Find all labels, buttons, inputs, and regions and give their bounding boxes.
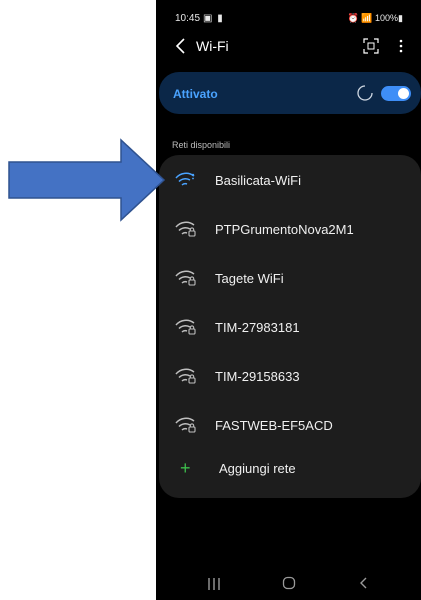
add-network-label: Aggiungi rete [219, 461, 296, 476]
wifi-switch[interactable] [381, 86, 411, 101]
recent-apps-icon[interactable] [206, 577, 222, 591]
notification-icons: ▣ ▮ [203, 13, 224, 24]
network-name: PTPGrumentoNova2M1 [215, 222, 354, 237]
right-arrow-icon [8, 138, 166, 222]
plus-icon: + [180, 458, 191, 478]
section-label-available-networks: Reti disponibili [172, 140, 231, 150]
wifi-status-label: Attivato [173, 87, 218, 101]
back-arrow-icon[interactable] [172, 36, 190, 56]
scanning-spinner-icon [357, 85, 373, 101]
network-row[interactable]: PTPGrumentoNova2M1 [159, 205, 421, 254]
qr-scan-icon[interactable] [363, 38, 379, 54]
status-time: 10:45 [175, 13, 201, 24]
switch-knob [398, 88, 409, 99]
wifi-signal-icon [175, 270, 196, 286]
network-name: FASTWEB-EF5ACD [215, 418, 333, 433]
page-title: Wi-Fi [196, 38, 229, 54]
network-name: TIM-27983181 [215, 320, 300, 335]
wifi-signal-icon [175, 368, 196, 384]
navigation-bar [156, 568, 421, 600]
networks-list: Basilicata-WiFi PTPGrumentoNova2M1 Tagete … [159, 155, 421, 498]
network-name: Tagete WiFi [215, 271, 284, 286]
more-options-icon[interactable] [396, 38, 406, 54]
wifi-signal-icon [175, 172, 195, 186]
battery-status: ⏰ 📶 100%▮ [347, 13, 403, 23]
add-network-button[interactable]: + Aggiungi rete [159, 450, 421, 496]
wifi-signal-icon [175, 417, 196, 433]
status-bar: 10:45 ▣ ▮ ⏰ 📶 100%▮ [156, 0, 421, 32]
home-icon[interactable] [282, 576, 296, 590]
network-name: TIM-29158633 [215, 369, 300, 384]
wifi-signal-icon [175, 319, 196, 335]
network-row[interactable]: TIM-29158633 [159, 352, 421, 401]
network-row[interactable]: TIM-27983181 [159, 303, 421, 352]
back-icon[interactable] [358, 576, 370, 590]
network-row[interactable]: Basilicata-WiFi [159, 156, 421, 205]
network-row[interactable]: FASTWEB-EF5ACD [159, 401, 421, 450]
network-name: Basilicata-WiFi [215, 173, 301, 188]
phone-screen: 10:45 ▣ ▮ ⏰ 📶 100%▮ Wi-Fi Attivato Reti … [156, 0, 421, 600]
network-row[interactable]: Tagete WiFi [159, 254, 421, 303]
wifi-toggle-card[interactable]: Attivato [159, 72, 421, 114]
app-bar: Wi-Fi [156, 30, 421, 64]
wifi-signal-icon [175, 221, 196, 237]
